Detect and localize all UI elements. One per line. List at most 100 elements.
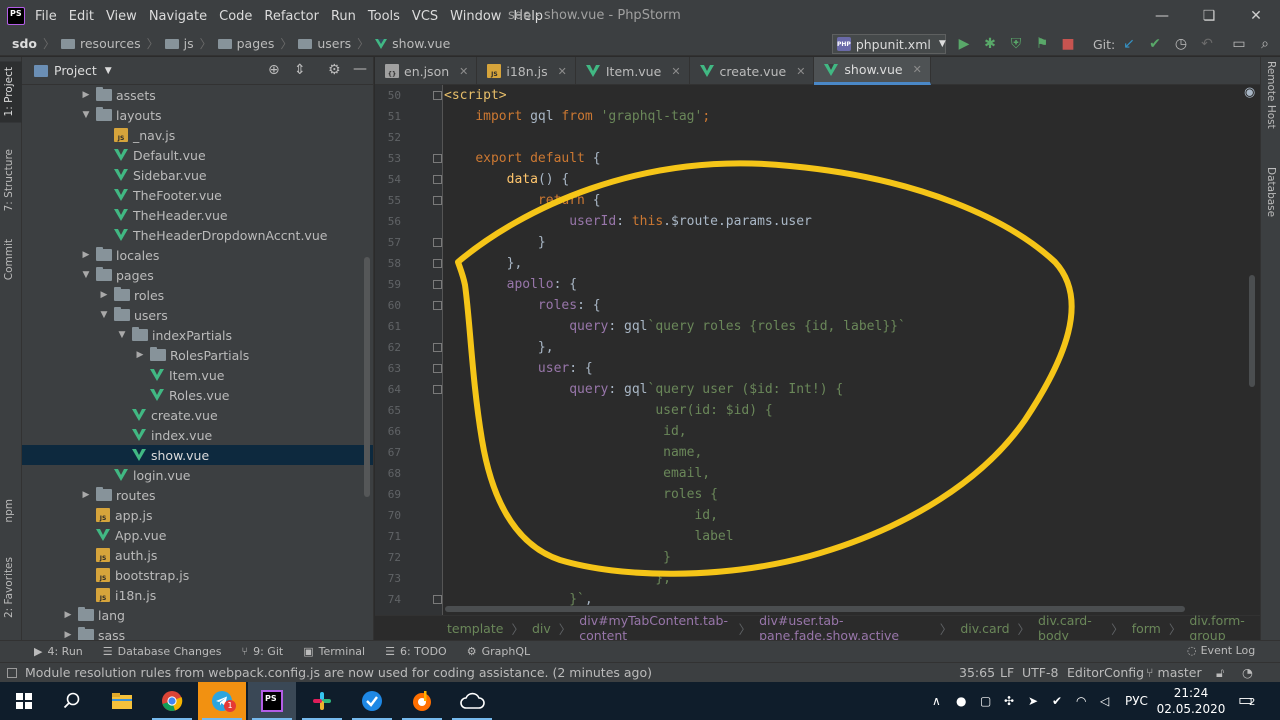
html-path-item[interactable]: div.form-group — [1189, 613, 1260, 643]
tree-folder[interactable]: ▼ users — [22, 305, 373, 325]
menu-vcs[interactable]: VCS — [412, 9, 438, 24]
debug-icon[interactable]: ✱ — [982, 36, 998, 52]
html-path-item[interactable]: div#user.tab-pane.fade.show.active — [759, 613, 932, 643]
menu-navigate[interactable]: Navigate — [149, 9, 207, 24]
code-line[interactable]: return { — [444, 190, 601, 211]
breadcrumb-root[interactable]: sdo — [12, 36, 37, 51]
phpstorm-app-icon[interactable]: PS — [7, 7, 25, 25]
git-commit-icon[interactable]: ✔ — [1147, 36, 1163, 52]
chevron-down-icon[interactable]: ▼ — [116, 330, 128, 340]
code-line[interactable]: id, — [444, 421, 687, 442]
code-line[interactable]: name, — [444, 442, 702, 463]
tree-folder[interactable]: ▼ indexPartials — [22, 325, 373, 345]
hide-panel-icon[interactable]: — — [353, 61, 367, 77]
code-line[interactable]: data() { — [444, 169, 570, 190]
tab-npm[interactable]: npm — [3, 499, 15, 523]
menu-window[interactable]: Window — [450, 9, 501, 24]
code-line[interactable]: apollo: { — [444, 274, 577, 295]
tree-file[interactable]: JS auth.js — [22, 545, 373, 565]
chrome-icon[interactable] — [148, 682, 196, 720]
code-line[interactable]: }, — [444, 253, 523, 274]
coverage-icon[interactable]: ⛨ — [1008, 36, 1024, 52]
code-line[interactable]: export default { — [444, 148, 600, 169]
editor-tab-i18n-js[interactable]: JS i18n.js ✕ — [477, 57, 576, 85]
tree-file[interactable]: JS app.js — [22, 505, 373, 525]
close-tab-icon[interactable]: ✕ — [558, 65, 567, 78]
chevron-right-icon[interactable]: ▶ — [80, 90, 92, 100]
git-update-icon[interactable]: ↙ — [1121, 36, 1137, 52]
html-path-item[interactable]: div.card-body — [1038, 613, 1103, 643]
tab-structure[interactable]: 7: Structure — [3, 149, 15, 211]
menu-file[interactable]: File — [35, 9, 57, 24]
code-line[interactable]: } — [444, 547, 671, 568]
tab-remote-host[interactable]: Remote Host — [1265, 61, 1277, 129]
restore-icon[interactable]: ❏ — [1199, 6, 1219, 26]
file-encoding[interactable]: UTF-8 — [1022, 665, 1058, 680]
git-branch[interactable]: ⑂ master — [1146, 665, 1202, 680]
tree-folder[interactable]: ▶ assets — [22, 85, 373, 105]
fold-marker-icon[interactable] — [433, 259, 442, 268]
tree-file[interactable]: TheHeaderDropdownAccnt.vue — [22, 225, 373, 245]
tree-file[interactable]: TheHeader.vue — [22, 205, 373, 225]
fold-marker-icon[interactable] — [433, 364, 442, 373]
fold-marker-icon[interactable] — [433, 238, 442, 247]
editor-config[interactable]: EditorConfig — [1067, 665, 1144, 680]
code-line[interactable]: query: gql`query user ($id: Int!) { — [444, 379, 843, 400]
tab-commit[interactable]: Commit — [3, 239, 15, 280]
code-line[interactable]: import gql from 'graphql-tag'; — [444, 106, 710, 127]
editor-vertical-scrollbar[interactable] — [1249, 275, 1255, 387]
html-path-item[interactable]: div#myTabContent.tab-content — [579, 613, 730, 643]
todo-app-icon[interactable] — [348, 682, 396, 720]
tree-file[interactable]: show.vue — [22, 445, 373, 465]
status-message[interactable]: Module resolution rules from webpack.con… — [25, 665, 652, 680]
tree-folder[interactable]: ▶ sass — [22, 625, 373, 640]
fold-marker-icon[interactable] — [433, 595, 442, 604]
editor-tab-en-json[interactable]: {} en.json ✕ — [375, 57, 478, 85]
cloud-app-icon[interactable] — [448, 682, 496, 720]
code-line[interactable]: }, — [444, 568, 671, 589]
clock[interactable]: 21:24 02.05.2020 — [1156, 685, 1226, 717]
windows-start-icon[interactable] — [0, 682, 48, 720]
tray-todo-icon[interactable]: ✔ — [1052, 694, 1062, 708]
code-line[interactable]: }, — [444, 337, 554, 358]
chevron-right-icon[interactable]: ▶ — [80, 250, 92, 260]
code-line[interactable]: label — [444, 526, 733, 547]
tab-project[interactable]: 1: Project — [0, 61, 22, 123]
tool-button-6-todo[interactable]: ☰ 6: TODO — [385, 645, 447, 658]
code-line[interactable]: user: { — [444, 358, 593, 379]
telegram-icon[interactable]: 1 — [198, 682, 246, 720]
run-icon[interactable]: ▶ — [956, 36, 972, 52]
tree-file[interactable]: JS bootstrap.js — [22, 565, 373, 585]
breadcrumb-item-current[interactable]: show.vue — [375, 36, 450, 51]
git-rollback-icon[interactable]: ↶ — [1199, 36, 1215, 52]
breadcrumb-item[interactable]: users — [298, 36, 351, 51]
tree-file[interactable]: JS _nav.js — [22, 125, 373, 145]
git-history-icon[interactable]: ◷ — [1173, 36, 1189, 52]
code-line[interactable]: } — [444, 232, 546, 253]
tree-file[interactable]: Default.vue — [22, 145, 373, 165]
code-line[interactable]: id, — [444, 505, 717, 526]
collapse-all-icon[interactable]: ⇕ — [294, 62, 306, 78]
editor-tab-create-vue[interactable]: create.vue ✕ — [690, 57, 815, 85]
tool-button-graphql[interactable]: ⚙ GraphQL — [467, 645, 530, 658]
tree-folder[interactable]: ▼ pages — [22, 265, 373, 285]
code-line[interactable]: email, — [444, 463, 710, 484]
menu-view[interactable]: View — [106, 9, 137, 24]
fold-marker-icon[interactable] — [433, 343, 442, 352]
wifi-icon[interactable]: ◠ — [1076, 694, 1086, 708]
html-path-item[interactable]: form — [1132, 621, 1161, 636]
tool-button-4-run[interactable]: ▶ 4: Run — [34, 645, 83, 658]
editor-horizontal-scrollbar[interactable] — [445, 606, 1185, 612]
chevron-right-icon[interactable]: ▶ — [134, 350, 146, 360]
profile-icon[interactable]: ⚑ — [1034, 36, 1050, 52]
code-line[interactable]: userId: this.$route.params.user — [444, 211, 812, 232]
menu-refactor[interactable]: Refactor — [264, 9, 319, 24]
lock-icon[interactable]: 🔓︎ — [1216, 665, 1224, 681]
editor-gutter[interactable]: 50 51 52 53 54 55 56 57 58 59 60 61 62 63 64 65 66 67 68 69… — [375, 85, 443, 615]
tree-file[interactable]: create.vue — [22, 405, 373, 425]
breadcrumb-item[interactable]: pages — [217, 36, 274, 51]
fold-marker-icon[interactable] — [433, 196, 442, 205]
menu-code[interactable]: Code — [219, 9, 252, 24]
code-editor[interactable]: 50 51 52 53 54 55 56 57 58 59 60 61 62 63 64 65 66 67 68 69… — [375, 85, 1260, 615]
code-line[interactable]: roles { — [444, 484, 718, 505]
